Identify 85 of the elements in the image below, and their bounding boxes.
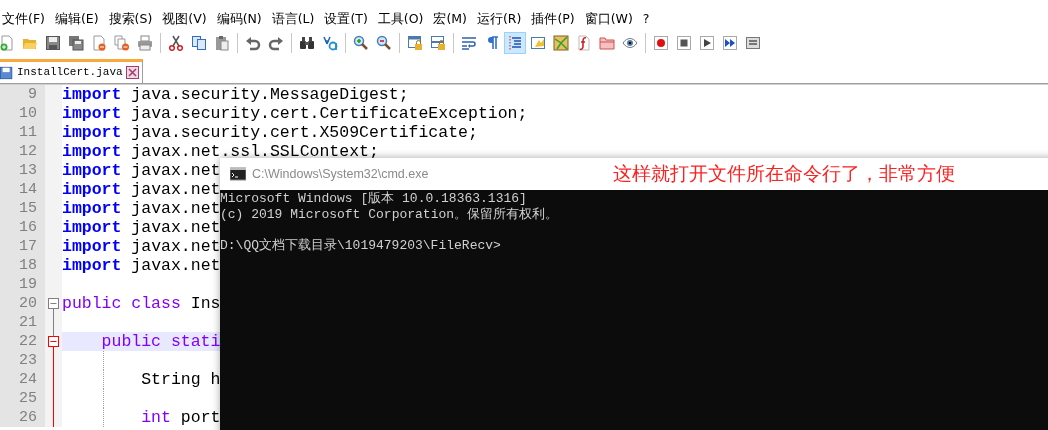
printer-icon — [137, 35, 153, 51]
code-line: import javax.net — [62, 237, 221, 256]
menu-item[interactable]: 运行(R) — [472, 10, 527, 28]
console-line: D:\QQ文档下载目录\1019479203\FileRecv> — [220, 237, 502, 253]
menu-item[interactable]: 语言(L) — [266, 10, 320, 28]
line-number: 23 — [18, 351, 38, 370]
new-file-icon — [0, 35, 15, 51]
line-number: 16 — [18, 218, 38, 237]
menu-item[interactable]: 视图(V) — [157, 10, 212, 28]
redo-icon — [268, 35, 284, 51]
scissors-icon — [168, 35, 184, 51]
menu-item[interactable]: 编辑(E) — [49, 10, 104, 28]
code-line: import javax.net — [62, 256, 221, 275]
menu-item[interactable]: 编码(N) — [211, 10, 267, 28]
code-line: import java.security.cert.CertificateException; — [62, 104, 528, 123]
code-line: public stati — [100, 332, 221, 351]
panel-icon — [530, 35, 546, 51]
replace-icon — [322, 35, 338, 51]
window-title: C:\Windows\System32\cmd.exe — [252, 165, 430, 183]
line-number: 21 — [18, 313, 38, 332]
line-number: 15 — [18, 199, 38, 218]
save-icon — [0, 65, 14, 80]
function-icon — [576, 35, 592, 51]
code-line: import javax.net — [62, 180, 221, 199]
menu-item[interactable]: 窗口(W) — [579, 10, 638, 28]
line-number: 22 — [18, 332, 38, 351]
close-icon[interactable] — [125, 66, 139, 79]
save-all-icon — [68, 35, 84, 51]
console-line: Microsoft Windows [版本 10.0.18363.1316] — [220, 191, 528, 206]
stop-icon — [676, 35, 692, 51]
save-macro-icon — [745, 35, 761, 51]
menu-item[interactable]: ? — [637, 10, 655, 28]
line-number: 9 — [27, 85, 38, 104]
line-number: 11 — [18, 123, 38, 142]
file-tab[interactable]: InstallCert.java — [0, 59, 143, 83]
code-line: import java.security.cert.X509Certificate; — [62, 123, 478, 142]
annotation-text: 这样就打开文件所在命令行了，非常方便 — [613, 162, 955, 187]
fast-forward-icon — [722, 35, 738, 51]
zoom-out-icon — [376, 35, 392, 51]
code-line: String h — [140, 370, 221, 389]
eye-icon — [622, 35, 638, 51]
word-wrap-icon — [461, 35, 477, 51]
menu-item[interactable]: 宏(M) — [428, 10, 472, 28]
folder-icon — [599, 35, 615, 51]
line-number: 17 — [18, 237, 38, 256]
code-line: public class Ins — [62, 294, 221, 313]
console-icon — [230, 166, 246, 182]
code-line: import javax.net — [62, 161, 221, 180]
map-icon — [553, 35, 569, 51]
locked-window-icon — [407, 35, 423, 51]
line-number: 20 — [18, 294, 38, 313]
code-line: import javax.net.ssl.SSLContext; — [62, 142, 379, 161]
close-all-icon — [114, 35, 130, 51]
line-number: 13 — [18, 161, 38, 180]
undo-icon — [245, 35, 261, 51]
copy-icon — [191, 35, 207, 51]
zoom-in-icon — [353, 35, 369, 51]
line-number: 19 — [18, 275, 38, 294]
menu-item[interactable]: 设置(T) — [319, 10, 373, 28]
line-number: 14 — [18, 180, 38, 199]
line-number: 24 — [18, 370, 38, 389]
code-line: import java.security.MessageDigest; — [62, 85, 409, 104]
play-icon — [699, 35, 715, 51]
console-line: (c) 2019 Microsoft Corporation。保留所有权利。 — [220, 206, 560, 222]
line-number: 26 — [18, 408, 38, 427]
line-number: 12 — [18, 142, 38, 161]
fold-minus-icon[interactable] — [48, 336, 59, 347]
code-line: int port — [140, 408, 221, 427]
indent-guide-icon — [507, 35, 523, 51]
menu-item[interactable]: 文件(F) — [0, 10, 50, 28]
binoculars-icon — [299, 35, 315, 51]
fold-minus-icon[interactable] — [48, 298, 59, 309]
menu-item[interactable]: 搜索(S) — [103, 10, 158, 28]
clipboard-icon — [214, 35, 230, 51]
line-number: 10 — [18, 104, 38, 123]
locked-window-icon — [430, 35, 446, 51]
tab-label: InstallCert.java — [17, 65, 123, 81]
record-icon — [653, 35, 669, 51]
menu-item[interactable]: 插件(P) — [526, 10, 580, 28]
menu-item[interactable]: 工具(O) — [372, 10, 429, 28]
line-number: 18 — [18, 256, 38, 275]
code-line: import javax.net — [62, 218, 221, 237]
close-file-icon — [91, 35, 107, 51]
line-number: 25 — [18, 389, 38, 408]
save-icon — [45, 35, 61, 51]
